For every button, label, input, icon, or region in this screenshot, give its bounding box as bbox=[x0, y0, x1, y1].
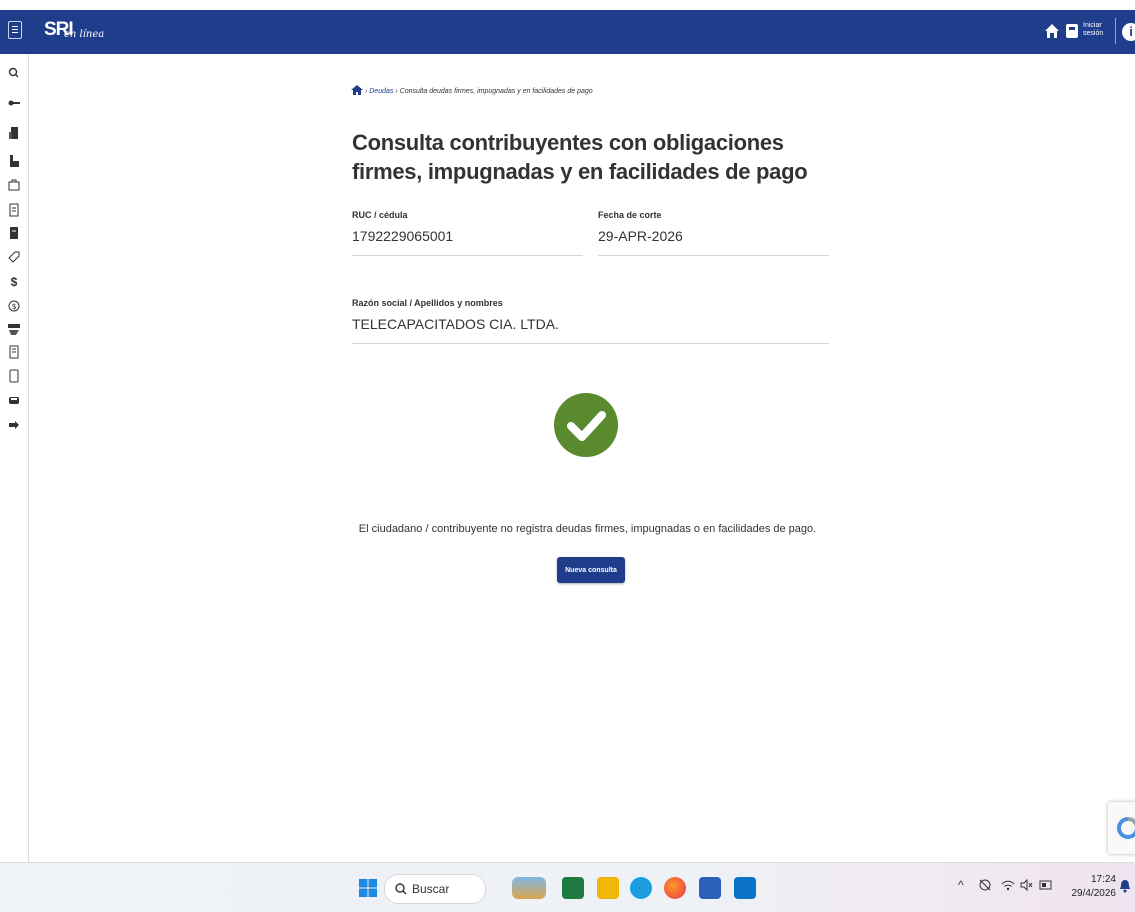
ruc-label: RUC / cédula bbox=[352, 210, 408, 220]
hamburger-menu-icon[interactable] bbox=[8, 21, 22, 39]
page-title: Consulta contribuyentes con obligaciones… bbox=[352, 130, 808, 184]
arrow-right-icon[interactable] bbox=[7, 418, 21, 432]
edge-icon[interactable] bbox=[630, 877, 652, 899]
briefcase-icon[interactable] bbox=[7, 178, 21, 192]
fecha-value: 29-APR-2026 bbox=[598, 228, 683, 244]
page-icon[interactable] bbox=[7, 369, 21, 383]
money-hand-icon[interactable] bbox=[7, 322, 21, 336]
svg-text:$: $ bbox=[12, 302, 17, 311]
outlook-icon[interactable] bbox=[734, 877, 756, 899]
document-icon[interactable] bbox=[7, 203, 21, 217]
fecha-underline bbox=[598, 255, 829, 256]
speaker-muted-icon[interactable] bbox=[1019, 878, 1033, 892]
taskbar-search[interactable]: Buscar bbox=[384, 874, 486, 904]
file-explorer-icon[interactable] bbox=[597, 877, 619, 899]
sri-logo-subtitle: en línea bbox=[64, 29, 105, 40]
result-message: El ciudadano / contribuyente no registra… bbox=[358, 523, 817, 535]
fecha-label: Fecha de corte bbox=[598, 210, 662, 220]
file-icon[interactable] bbox=[7, 226, 21, 240]
ruc-underline bbox=[352, 255, 583, 256]
success-check-icon bbox=[554, 393, 618, 457]
bell-icon[interactable] bbox=[1119, 879, 1131, 893]
divider bbox=[1115, 18, 1116, 44]
breadcrumb-separator: › bbox=[395, 88, 398, 95]
razon-social-underline bbox=[352, 343, 829, 344]
firefox-icon[interactable] bbox=[664, 877, 686, 899]
breadcrumb-separator: › bbox=[364, 88, 368, 95]
windows-taskbar: Buscar ^ 17:24 29/4/2026 bbox=[0, 862, 1135, 912]
clock-date: 29/4/2026 bbox=[1071, 888, 1117, 899]
excel-icon[interactable] bbox=[562, 877, 584, 899]
search-placeholder: Buscar bbox=[412, 882, 450, 896]
razon-social-value: TELECAPACITADOS CIA. LTDA. bbox=[352, 316, 559, 332]
search-icon bbox=[395, 883, 407, 895]
home-icon[interactable] bbox=[1044, 23, 1060, 39]
coin-icon[interactable]: $ bbox=[7, 299, 21, 313]
factory-icon[interactable] bbox=[7, 154, 21, 168]
dollar-icon[interactable]: $ bbox=[7, 275, 21, 289]
search-icon[interactable] bbox=[7, 66, 21, 80]
clock-time: 17:24 bbox=[1090, 874, 1116, 885]
breadcrumb-link-deudas[interactable]: Deudas bbox=[369, 88, 393, 95]
login-label: Iniciar bbox=[1083, 22, 1102, 29]
sidebar: $ $ bbox=[0, 54, 29, 862]
breadcrumb-current: Consulta deudas firmes, impugnadas y en … bbox=[399, 88, 593, 95]
info-icon[interactable]: i bbox=[1122, 23, 1135, 41]
notifications-off-icon[interactable] bbox=[978, 878, 992, 892]
wifi-icon[interactable] bbox=[1001, 878, 1015, 892]
razon-social-label: Razón social / Apellidos y nombres bbox=[352, 298, 503, 308]
taskbar-clock[interactable]: 17:24 29/4/2026 bbox=[1066, 873, 1117, 901]
recaptcha-icon bbox=[1117, 817, 1135, 839]
tag-icon[interactable] bbox=[7, 250, 21, 264]
top-navbar: SRI en línea Iniciar sesión i bbox=[0, 10, 1135, 54]
new-query-button[interactable]: Nueva consulta bbox=[557, 557, 625, 583]
car-icon[interactable] bbox=[7, 393, 21, 407]
building-icon[interactable] bbox=[7, 126, 21, 140]
breadcrumb: › Deudas › Consulta deudas firmes, impug… bbox=[351, 85, 593, 95]
home-icon[interactable] bbox=[351, 85, 363, 95]
ruc-value: 1792229065001 bbox=[352, 228, 454, 244]
weather-icon[interactable] bbox=[512, 877, 546, 899]
key-icon[interactable] bbox=[7, 96, 21, 110]
battery-icon[interactable] bbox=[1039, 878, 1053, 892]
login-label-2: sesión bbox=[1083, 30, 1104, 37]
recaptcha-badge[interactable] bbox=[1108, 802, 1135, 854]
word-icon[interactable] bbox=[699, 877, 721, 899]
user-card-icon bbox=[1066, 24, 1078, 38]
receipt-icon[interactable] bbox=[7, 345, 21, 359]
login-button[interactable]: Iniciar sesión bbox=[1066, 22, 1106, 44]
windows-start-icon[interactable] bbox=[357, 877, 379, 899]
chevron-up-icon[interactable]: ^ bbox=[958, 878, 964, 892]
